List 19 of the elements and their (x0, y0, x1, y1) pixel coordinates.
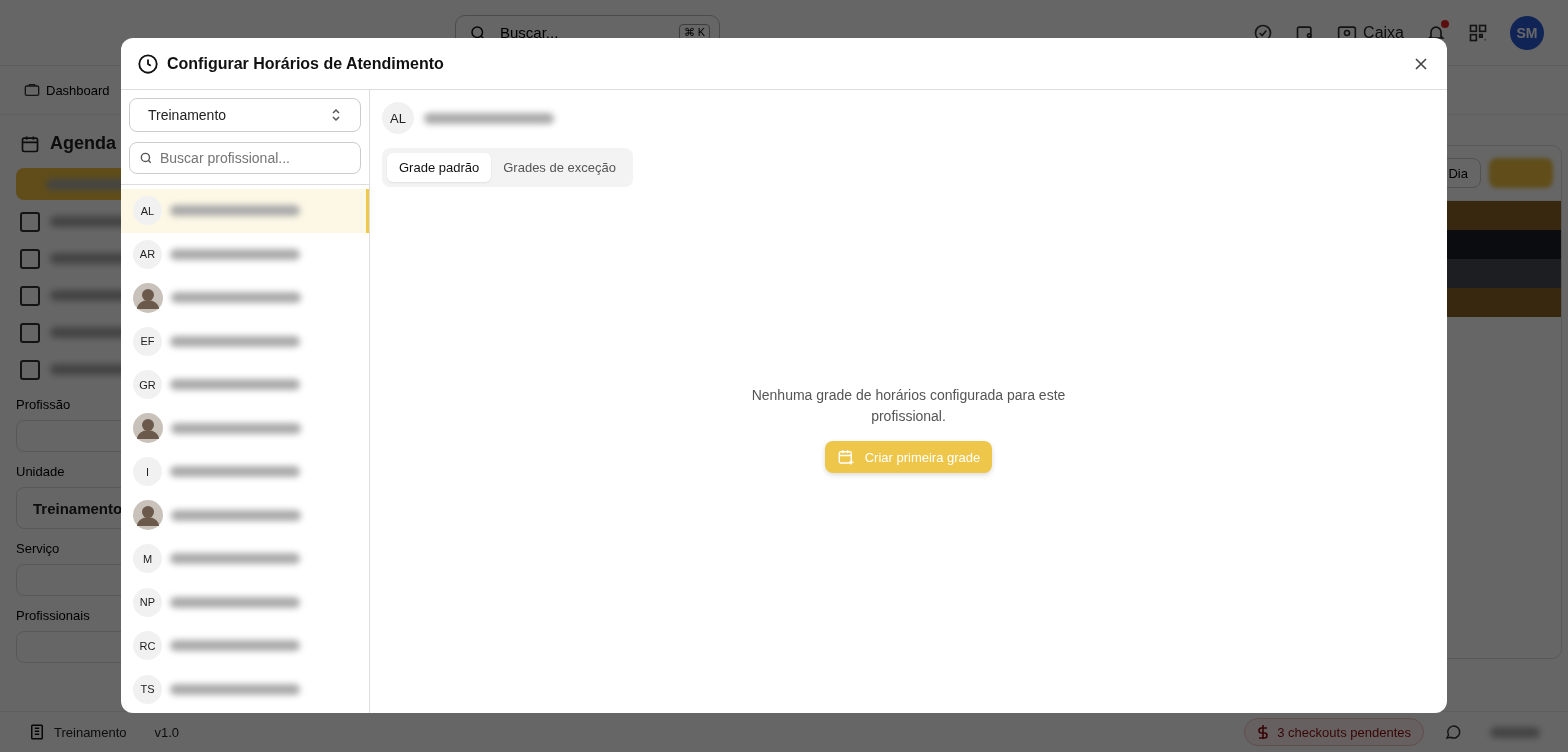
unit-label: Treinamento (28, 723, 127, 741)
initials-avatar: M (133, 544, 162, 574)
empty-state-message: Nenhuma grade de horários configurada para este profissional. (750, 386, 1067, 426)
initials-avatar: RC (133, 631, 162, 661)
initials-avatar: I (133, 457, 162, 487)
filter-label: Unidade (16, 464, 65, 479)
version-label: v1.0 (154, 724, 180, 740)
filter-label: Profissão (16, 397, 71, 412)
initials-avatar: AL (382, 102, 414, 134)
section-title: Agenda (50, 133, 116, 154)
initials-avatar: AR (133, 239, 162, 269)
dialog-title: Configurar Horários de Atendimento (167, 54, 444, 73)
initials-avatar: AL (133, 196, 162, 226)
initials-avatar: TS (133, 674, 162, 704)
initials-avatar: EF (133, 326, 162, 356)
filter-label: Profissionais (16, 608, 90, 623)
filter-label: Serviço (16, 541, 60, 556)
initials-avatar: GR (133, 370, 162, 400)
initials-avatar: NP (133, 587, 162, 617)
